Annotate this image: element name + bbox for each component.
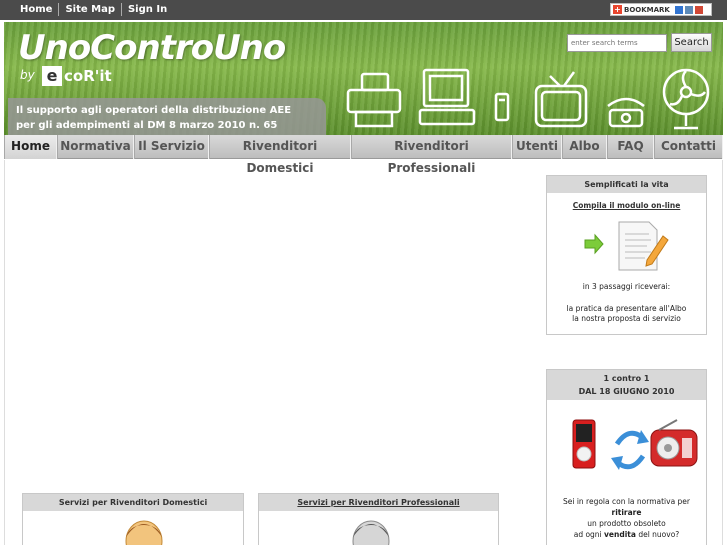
- ecorit-e: e: [42, 66, 62, 86]
- slogan-line-1: Il supporto agli operatori della distrib…: [16, 105, 292, 116]
- nav-item-rivenditori-professionali[interactable]: Rivenditori Professionali: [351, 135, 512, 175]
- slogan: Il supporto agli operatori della distrib…: [8, 98, 326, 135]
- yahoo-icon: [694, 5, 703, 14]
- nav-item-contatti[interactable]: Contatti: [654, 135, 723, 159]
- site-logo[interactable]: UnoControUno: [18, 28, 286, 68]
- radio-icon: [650, 419, 698, 467]
- bookmark-button[interactable]: + BOOKMARK: [610, 3, 712, 16]
- nav-item-albo[interactable]: Albo: [562, 135, 607, 159]
- passaggi-text: in 3 passaggi riceverai:: [582, 282, 671, 291]
- mobile-phone-icon: [494, 92, 510, 122]
- delicious-icon: [674, 5, 683, 14]
- person-icon: [125, 520, 163, 545]
- by-label: by: [20, 68, 35, 82]
- slogan-line-2: per gli adempimenti al DM 8 marzo 2010 n…: [16, 120, 278, 131]
- uno-contro-uno-title-line1: 1 contro 1: [603, 374, 650, 383]
- search-button[interactable]: Search: [671, 33, 712, 52]
- digg-icon: [684, 5, 693, 14]
- swap-arrows-icon: [611, 430, 649, 470]
- green-arrow-icon: [584, 233, 604, 255]
- bookmark-label: BOOKMARK: [624, 5, 670, 14]
- regola-text-line3: ad ogni vendita del nuovo?: [573, 530, 680, 539]
- telephone-icon: [607, 97, 645, 128]
- social-icons: [674, 5, 703, 14]
- swap-illustration: [572, 419, 698, 470]
- person-icon: [352, 520, 390, 545]
- nav-item-normativa[interactable]: Normativa: [57, 135, 134, 159]
- regola-text-line2: un prodotto obsoleto: [587, 519, 666, 528]
- compila-modulo-link[interactable]: Compila il modulo on-line: [547, 201, 706, 210]
- uno-contro-uno-title-line2: DAL 18 GIUGNO 2010: [578, 387, 675, 396]
- uno-contro-uno-title: 1 contro 1 DAL 18 GIUGNO 2010: [547, 370, 706, 400]
- proposta-text: la nostra proposta di servizio: [572, 314, 681, 323]
- top-links: Home Site Map Sign In: [20, 3, 173, 16]
- main-nav: Home Normativa Il Servizio Rivenditori D…: [4, 135, 723, 175]
- mp3-player-icon: [572, 419, 596, 469]
- printer-icon: [346, 72, 402, 128]
- document-pencil-icon: [618, 221, 669, 271]
- form-illustration: [584, 221, 669, 271]
- sign-in-link[interactable]: Sign In: [120, 3, 173, 16]
- top-bar: Home Site Map Sign In + BOOKMARK: [0, 0, 727, 20]
- semplificati-box: Semplificati la vita Compila il modulo o…: [546, 175, 707, 335]
- plus-icon: +: [613, 5, 622, 14]
- computer-icon: [418, 68, 476, 126]
- tv-icon: [534, 71, 588, 128]
- nav-item-faq[interactable]: FAQ: [607, 135, 654, 159]
- nav-item-utenti[interactable]: Utenti: [512, 135, 562, 159]
- regola-text-line1: Sei in regola con la normativa per ritir…: [562, 497, 691, 517]
- pratica-text: la pratica da presentare all'Albo: [566, 304, 687, 313]
- header-banner: UnoControUno by e coR'it Il supporto agl…: [4, 22, 723, 135]
- domestic-person-illustration: [125, 520, 163, 545]
- servizi-professionali-title[interactable]: Servizi per Rivenditori Professionali: [259, 494, 498, 511]
- home-link[interactable]: Home: [20, 3, 58, 16]
- nav-item-il-servizio[interactable]: Il Servizio: [134, 135, 209, 159]
- ecorit-logo: e coR'it: [42, 66, 112, 86]
- servizi-professionali-card: Servizi per Rivenditori Professionali: [258, 493, 499, 545]
- servizi-domestici-title[interactable]: Servizi per Rivenditori Domestici: [23, 494, 243, 511]
- professional-person-illustration: [352, 520, 390, 545]
- uno-contro-uno-box: 1 contro 1 DAL 18 GIUGNO 2010 Sei in reg…: [546, 369, 707, 545]
- nav-item-rivenditori-domestici[interactable]: Rivenditori Domestici: [209, 135, 351, 175]
- nav-item-home[interactable]: Home: [4, 135, 57, 159]
- semplificati-title: Semplificati la vita: [547, 176, 706, 193]
- appliances-illustration: [346, 68, 710, 130]
- search-input[interactable]: [567, 34, 667, 52]
- site-map-link[interactable]: Site Map: [58, 3, 121, 16]
- fan-icon: [662, 68, 710, 130]
- ecorit-text: coR'it: [64, 67, 112, 85]
- servizi-domestici-card: Servizi per Rivenditori Domestici: [22, 493, 244, 545]
